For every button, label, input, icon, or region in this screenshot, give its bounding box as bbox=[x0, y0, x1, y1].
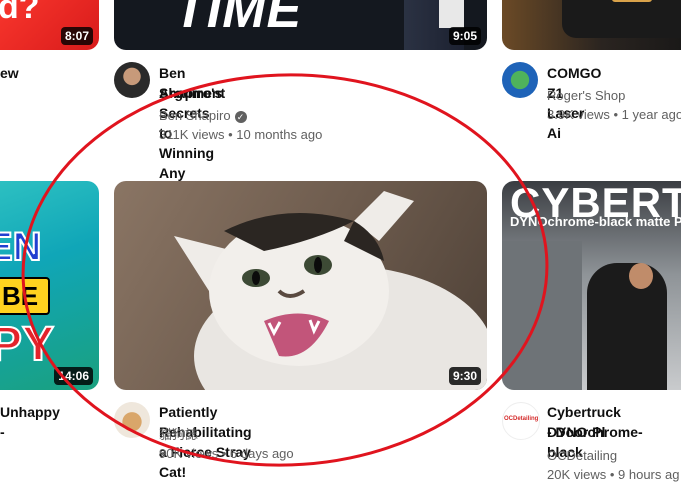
video-thumbnail[interactable]: d? 8:07 bbox=[0, 0, 99, 50]
thumb-word-3: PY bbox=[0, 317, 55, 372]
thumb-worker-head bbox=[629, 263, 653, 289]
thumb-text: d? bbox=[0, 0, 40, 26]
channel-name[interactable]: OCDetailing bbox=[547, 446, 617, 465]
avatar-text: OCDetailing bbox=[504, 416, 539, 422]
channel-avatar[interactable] bbox=[502, 62, 538, 98]
thumb-device-accent bbox=[612, 0, 652, 2]
channel-row: Ben Shapiro ✓ bbox=[159, 106, 247, 125]
video-duration: 9:05 bbox=[448, 27, 481, 45]
channel-name[interactable]: Roger's Shop bbox=[547, 86, 625, 105]
video-stats: 20K views • 9 hours ag bbox=[547, 467, 680, 482]
thumb-word-2-bg: BE bbox=[0, 277, 50, 315]
video-duration: 9:30 bbox=[448, 367, 481, 385]
thumb-subtext: DYNOchrome-black matte PP bbox=[510, 214, 681, 229]
video-thumbnail[interactable]: TIME 9:05 bbox=[114, 0, 487, 50]
thumb-word-2: BE bbox=[2, 281, 39, 311]
video-thumbnail[interactable]: CYBERTRU DYNOchrome-black matte PP bbox=[502, 181, 681, 390]
cat-illustration bbox=[174, 191, 487, 390]
thumb-person-shirt bbox=[439, 0, 464, 28]
channel-avatar[interactable] bbox=[114, 402, 150, 438]
channel-avatar[interactable]: OCDetailing bbox=[502, 402, 540, 440]
video-thumbnail[interactable] bbox=[502, 0, 681, 50]
video-stats: 3.9K views • 1 year ago bbox=[547, 107, 681, 122]
video-stats: 311K views • 10 months ago bbox=[159, 127, 323, 142]
video-duration: 14:06 bbox=[54, 367, 93, 385]
thumb-text: TIME bbox=[174, 0, 303, 39]
video-thumbnail[interactable]: 9:30 bbox=[114, 181, 487, 390]
thumb-device bbox=[562, 0, 681, 38]
channel-name[interactable]: 貓狗誌 bbox=[159, 425, 198, 444]
verified-icon: ✓ bbox=[234, 110, 247, 123]
channel-avatar[interactable] bbox=[114, 62, 150, 98]
video-title[interactable]: Unhappy - bbox=[0, 402, 60, 442]
video-title-line2[interactable]: Argument bbox=[159, 83, 225, 103]
video-duration: 8:07 bbox=[60, 27, 93, 45]
channel-name[interactable]: Ben Shapiro bbox=[159, 108, 231, 123]
video-stats: 90K views • 6 days ago bbox=[159, 446, 294, 461]
video-title[interactable]: ew bbox=[0, 63, 19, 83]
video-thumbnail[interactable]: EN BE PY 14:06 bbox=[0, 181, 99, 390]
thumb-car bbox=[502, 241, 582, 390]
thumb-worker bbox=[587, 263, 667, 390]
thumb-word-1: EN bbox=[0, 224, 43, 270]
